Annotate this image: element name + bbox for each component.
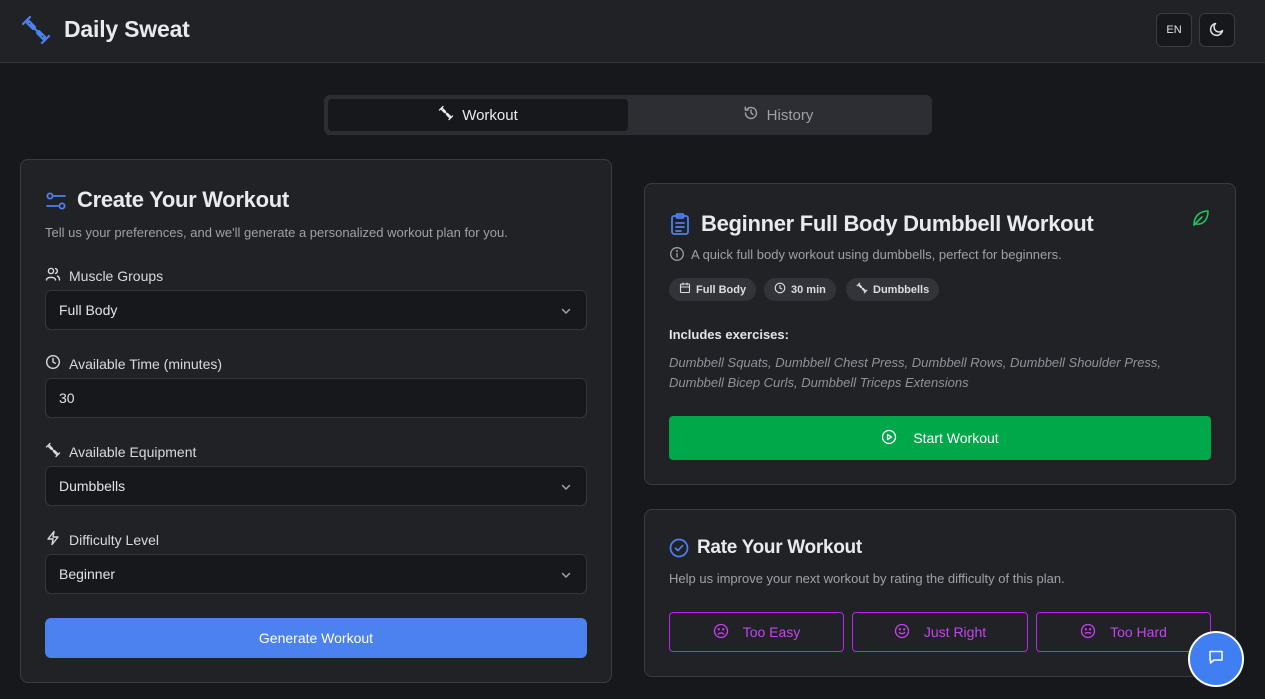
- clock-icon: [774, 282, 786, 297]
- equipment-label-text: Available Equipment: [69, 443, 197, 460]
- create-title: Create Your Workout: [77, 187, 289, 212]
- available-time-input[interactable]: 30: [45, 378, 587, 418]
- users-icon: [45, 266, 61, 285]
- start-workout-button[interactable]: Start Workout: [669, 416, 1211, 460]
- difficulty-value: Beginner: [59, 566, 116, 582]
- badge-duration: 30 min: [764, 278, 836, 301]
- dumbbell-icon[interactable]: [20, 14, 52, 46]
- muscle-groups-label-text: Muscle Groups: [69, 267, 164, 284]
- leaf-icon: [1191, 208, 1211, 233]
- rate-just-right-button[interactable]: Just Right: [852, 612, 1028, 652]
- play-circle-icon: [881, 429, 897, 448]
- equipment-select[interactable]: Dumbbells: [45, 466, 587, 506]
- badge-equipment: Dumbbells: [846, 278, 940, 301]
- start-workout-label: Start Workout: [913, 430, 999, 446]
- badge-muscle-group: Full Body: [669, 278, 757, 301]
- tab-workout[interactable]: Workout: [328, 99, 628, 131]
- plan-title: Beginner Full Body Dumbbell Workout: [701, 211, 1094, 236]
- sliders-icon: [45, 190, 67, 217]
- muscle-groups-select[interactable]: Full Body: [45, 290, 587, 330]
- info-icon: [669, 246, 685, 267]
- main-tabs: Workout History: [324, 95, 932, 135]
- exercise-list: Dumbbell Squats, Dumbbell Chest Press, D…: [669, 355, 1162, 390]
- meh-icon: [1080, 623, 1096, 642]
- rate-just-right-label: Just Right: [923, 624, 987, 640]
- dumbbell-icon: [856, 282, 868, 297]
- clock-icon: [45, 354, 61, 373]
- dumbbell-icon: [45, 442, 61, 461]
- app-header: Daily Sweat EN: [0, 0, 1265, 63]
- clipboard-icon: [669, 212, 691, 241]
- includes-label: Includes exercises:: [669, 327, 789, 342]
- badge-muscle-group-label: Full Body: [696, 283, 747, 296]
- create-description: Tell us your preferences, and we'll gene…: [45, 225, 508, 240]
- smile-icon: [894, 623, 910, 642]
- rate-too-hard-label: Too Hard: [1110, 624, 1167, 640]
- chat-button[interactable]: [1188, 631, 1244, 687]
- moon-icon: [1209, 21, 1225, 40]
- muscle-groups-value: Full Body: [59, 302, 118, 318]
- rate-too-easy-button[interactable]: Too Easy: [669, 612, 844, 652]
- chevron-down-icon: [560, 568, 572, 584]
- calendar-icon: [679, 282, 691, 297]
- badge-duration-label: 30 min: [791, 283, 826, 296]
- workout-plan-card: Beginner Full Body Dumbbell Workout A qu…: [644, 183, 1236, 485]
- create-workout-card: Create Your Workout Tell us your prefere…: [20, 159, 612, 683]
- theme-toggle-button[interactable]: [1199, 13, 1235, 47]
- equipment-label: Available Equipment: [45, 442, 196, 461]
- tab-workout-label: Workout: [462, 106, 518, 124]
- rate-workout-card: Rate Your Workout Help us improve your n…: [644, 509, 1236, 677]
- frown-icon: [713, 623, 729, 642]
- tab-history-label: History: [766, 106, 814, 124]
- difficulty-label-text: Difficulty Level: [69, 531, 160, 548]
- generate-workout-button[interactable]: Generate Workout: [45, 618, 587, 658]
- chevron-down-icon: [560, 304, 572, 320]
- chevron-down-icon: [560, 480, 572, 496]
- muscle-groups-label: Muscle Groups: [45, 266, 163, 285]
- rate-description: Help us improve your next workout by rat…: [669, 571, 1065, 586]
- available-time-label: Available Time (minutes): [45, 354, 222, 373]
- plan-description: A quick full body workout using dumbbell…: [691, 247, 1062, 262]
- dumbbell-icon: [438, 105, 454, 125]
- lightning-icon: [45, 530, 61, 549]
- language-button[interactable]: EN: [1156, 13, 1192, 47]
- available-time-label-text: Available Time (minutes): [69, 355, 223, 372]
- difficulty-label: Difficulty Level: [45, 530, 159, 549]
- check-circle-icon: [669, 538, 689, 563]
- chat-icon: [1207, 648, 1225, 671]
- app-title: Daily Sweat: [64, 16, 190, 42]
- tab-history[interactable]: History: [628, 99, 928, 131]
- rate-title: Rate Your Workout: [697, 537, 862, 558]
- history-icon: [743, 105, 759, 125]
- equipment-value: Dumbbells: [59, 478, 126, 494]
- difficulty-select[interactable]: Beginner: [45, 554, 587, 594]
- rate-too-hard-button[interactable]: Too Hard: [1036, 612, 1211, 652]
- available-time-value: 30: [59, 390, 75, 406]
- rate-too-easy-label: Too Easy: [742, 624, 801, 640]
- badge-equipment-label: Dumbbells: [873, 283, 930, 296]
